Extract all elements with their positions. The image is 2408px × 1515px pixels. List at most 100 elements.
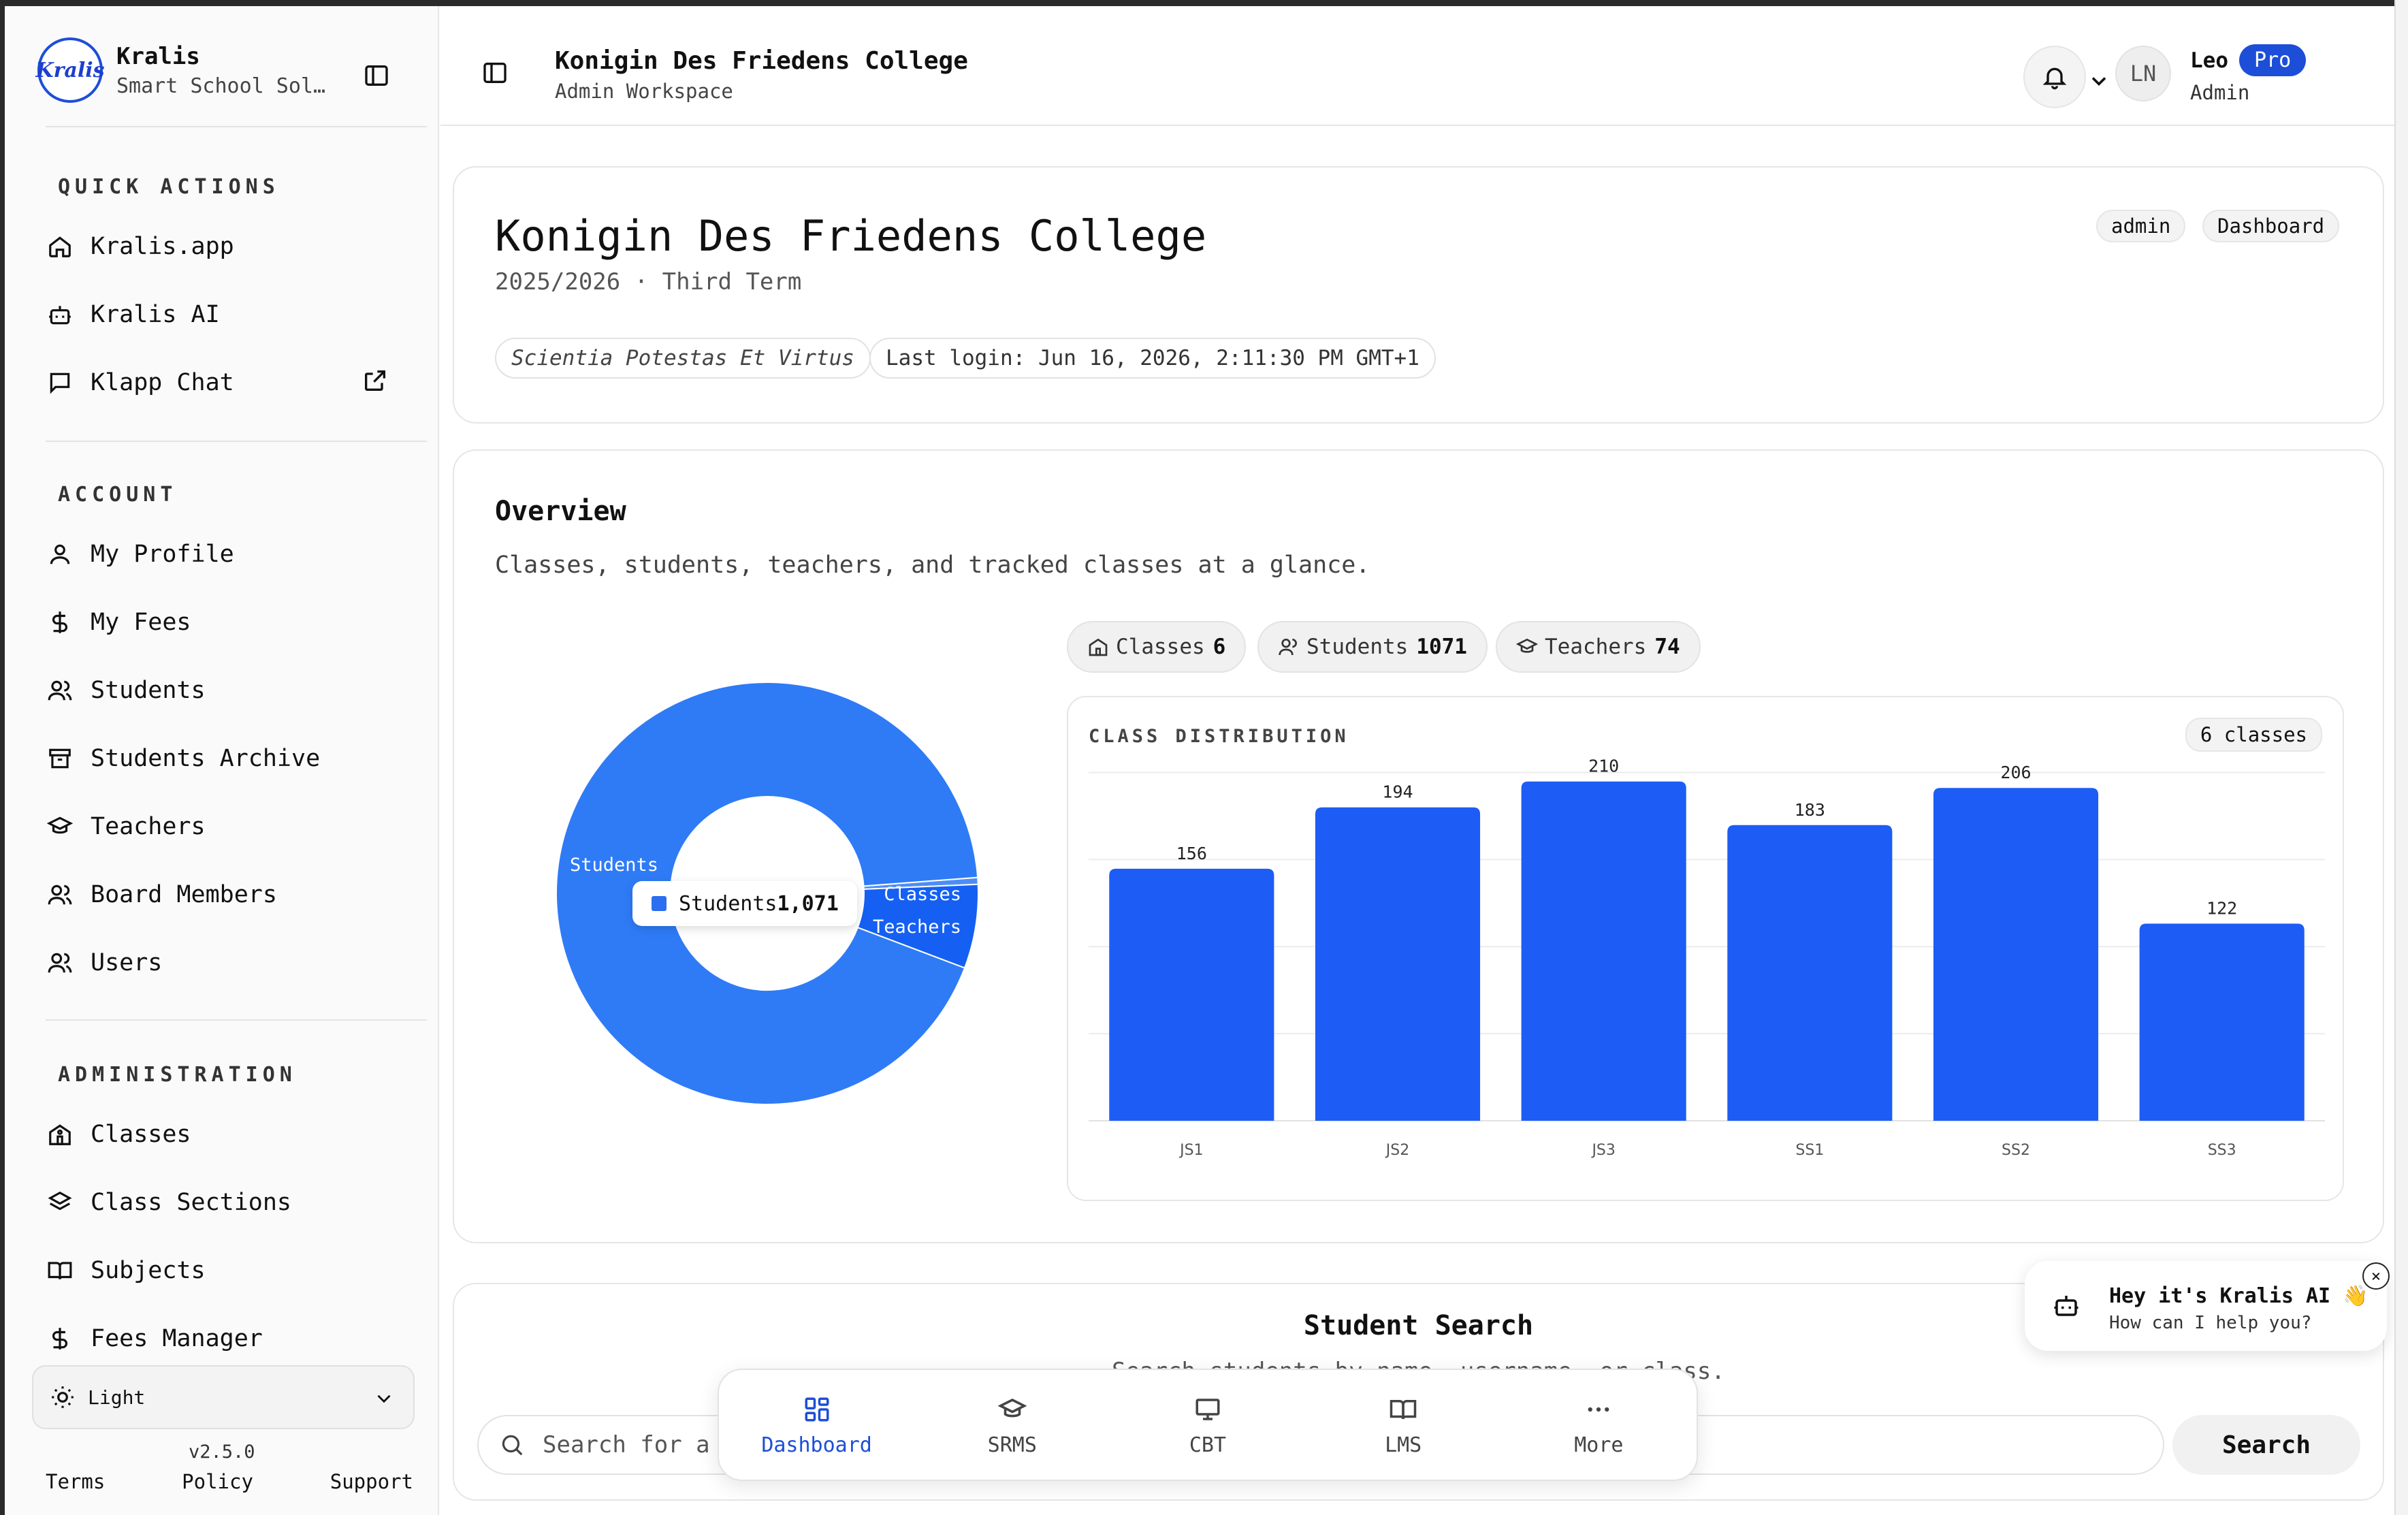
graduation-cap-icon: [1516, 636, 1538, 658]
support-link[interactable]: Support: [330, 1470, 413, 1493]
bar-js2: [1315, 807, 1481, 1121]
divider: [46, 126, 427, 127]
nav-cbt[interactable]: CBT: [1126, 1392, 1289, 1457]
search-placeholder: Search for a: [543, 1431, 710, 1458]
overview-subtitle: Classes, students, teachers, and tracked…: [495, 552, 1370, 579]
page-tag: Dashboard: [2202, 210, 2340, 242]
user-icon: [44, 539, 76, 570]
bar-ss2: [1933, 788, 2099, 1121]
overview-title: Overview: [495, 496, 626, 527]
last-login-pill: Last login: Jun 16, 2026, 2:11:30 PM GMT…: [869, 338, 1436, 379]
user-role: Admin: [2190, 81, 2250, 104]
divider: [46, 441, 427, 442]
search-icon: [499, 1432, 525, 1458]
sidebar-item-students[interactable]: Students: [44, 667, 398, 714]
nav-dashboard[interactable]: Dashboard: [735, 1392, 899, 1457]
notifications-bell-icon[interactable]: [2023, 46, 2086, 108]
ai-chat-bubble[interactable]: Hey it's Kralis AI 👋 How can I help you?: [2025, 1261, 2387, 1351]
bar-value-label: 206: [2000, 763, 2031, 782]
theme-select[interactable]: Light: [32, 1365, 415, 1429]
bar-value-label: 194: [1382, 782, 1413, 802]
chat-title: Hey it's Kralis AI 👋: [2109, 1284, 2369, 1308]
sidebar-item-fees-manager[interactable]: Fees Manager: [44, 1315, 398, 1362]
overview-card: Overview Classes, students, teachers, an…: [453, 449, 2384, 1243]
bar-value-label: 183: [1795, 800, 1825, 820]
bot-icon: [44, 299, 76, 330]
sidebar-item-teachers[interactable]: Teachers: [44, 803, 398, 850]
sidebar-item-my-profile[interactable]: My Profile: [44, 530, 398, 578]
sidebar-item-kralis-ai[interactable]: Kralis AI: [44, 291, 398, 338]
bar-category-label: JS3: [1590, 1142, 1615, 1159]
nav-more[interactable]: More: [1517, 1392, 1680, 1457]
policy-link[interactable]: Policy: [182, 1470, 253, 1493]
donut-label-classes: Classes: [884, 884, 961, 905]
home-icon: [44, 231, 76, 262]
role-tag: admin: [2096, 210, 2186, 242]
nav-lms[interactable]: LMS: [1321, 1392, 1485, 1457]
terms-link[interactable]: Terms: [46, 1470, 105, 1493]
school-name: Konigin Des Friedens College: [495, 211, 1207, 261]
sidebar-item-klapp-chat[interactable]: Klapp Chat: [44, 359, 398, 406]
bar-chart: 156 JS1 194 JS2 210 JS3 183 SS1 206 SS2 122 SS3: [1089, 756, 2325, 1159]
user-menu-chevron-icon[interactable]: [2087, 69, 2111, 96]
plan-badge: Pro: [2239, 44, 2307, 76]
bar-category-label: JS1: [1178, 1142, 1203, 1159]
users-icon: [44, 947, 76, 978]
users-icon: [44, 675, 76, 706]
section-account: ACCOUNT: [58, 483, 178, 507]
search-button[interactable]: Search: [2172, 1415, 2360, 1475]
bar-ss3: [2139, 923, 2305, 1121]
bot-icon: [2052, 1291, 2081, 1322]
bar-value-label: 156: [1176, 844, 1207, 863]
nav-srms[interactable]: SRMS: [931, 1392, 1094, 1457]
divider: [46, 1019, 427, 1021]
school-term: 2025/2026 · Third Term: [495, 268, 802, 296]
book-open-icon: [1389, 1392, 1417, 1426]
donut-label-teachers: Teachers: [873, 916, 961, 938]
more-icon: [1584, 1392, 1613, 1426]
window-scrollbar[interactable]: [2394, 0, 2408, 1515]
avatar[interactable]: LN: [2115, 46, 2171, 101]
panel-toggle-icon[interactable]: [481, 59, 509, 89]
graduation-cap-icon: [997, 1392, 1027, 1426]
sidebar-item-subjects[interactable]: Subjects: [44, 1247, 398, 1294]
sun-icon: [50, 1384, 76, 1410]
window-frame-top: [0, 0, 2408, 6]
sidebar-item-classes[interactable]: Classes: [44, 1111, 398, 1158]
donut-tooltip: Students 1,071: [632, 881, 857, 926]
stat-students: Students 1071: [1257, 621, 1488, 673]
message-icon: [44, 367, 76, 398]
book-icon: [44, 1255, 76, 1286]
chat-subtitle: How can I help you?: [2109, 1313, 2312, 1333]
sidebar-item-students-archive[interactable]: Students Archive: [44, 735, 398, 782]
school-card: Konigin Des Friedens College 2025/2026 ·…: [453, 166, 2384, 424]
chevron-down-icon: [372, 1387, 396, 1415]
motto-pill: Scientia Potestas Et Virtus: [495, 338, 871, 379]
archive-icon: [44, 743, 76, 774]
legend-swatch: [652, 896, 667, 911]
dollar-icon: [44, 607, 76, 638]
sidebar-item-users[interactable]: Users: [44, 939, 398, 987]
close-icon[interactable]: ×: [2362, 1262, 2390, 1290]
donut-label-students: Students: [570, 855, 658, 876]
sidebar-item-kralis-app[interactable]: Kralis.app: [44, 223, 398, 270]
sidebar: Kralis Kralis Smart School Sol… QUICK AC…: [5, 6, 439, 1515]
brand-subtitle: Smart School Sol…: [116, 74, 326, 98]
bar-category-label: SS3: [2208, 1142, 2236, 1159]
bar-category-label: SS1: [1795, 1142, 1824, 1159]
header-subtitle: Admin Workspace: [555, 80, 733, 103]
sidebar-item-board-members[interactable]: Board Members: [44, 871, 398, 919]
brand-logo: Kralis: [36, 37, 105, 103]
theme-value: Light: [88, 1386, 146, 1409]
brand-name: Kralis: [116, 42, 200, 70]
dollar-icon: [44, 1323, 76, 1354]
sidebar-item-my-fees[interactable]: My Fees: [44, 599, 398, 646]
graduation-cap-icon: [44, 811, 76, 842]
sidebar-toggle-icon[interactable]: [363, 62, 390, 92]
brand[interactable]: Kralis Kralis Smart School Sol…: [36, 37, 334, 103]
bottom-nav: Dashboard SRMS CBT LMS More: [718, 1369, 1698, 1481]
section-quick-actions: QUICK ACTIONS: [58, 175, 280, 199]
users-icon: [1278, 636, 1300, 658]
top-header: Konigin Des Friedens College Admin Works…: [440, 6, 2394, 126]
sidebar-item-class-sections[interactable]: Class Sections: [44, 1179, 398, 1226]
